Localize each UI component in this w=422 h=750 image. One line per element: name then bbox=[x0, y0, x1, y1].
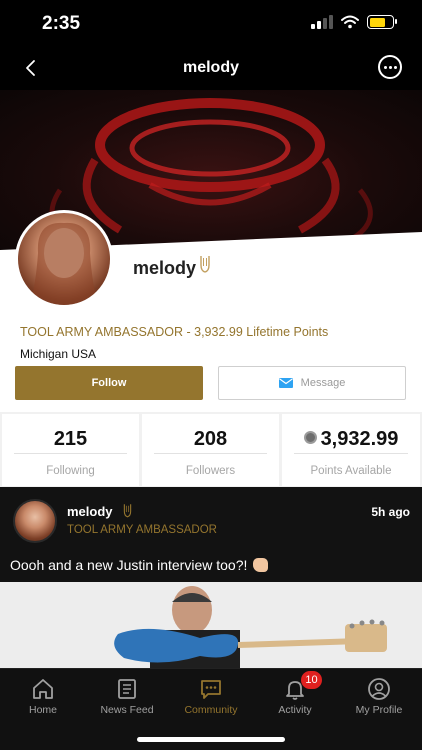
user-circle-icon bbox=[368, 678, 390, 700]
feed-post[interactable]: melody TOOL ARMY AMBASSADOR 5h ago Oooh … bbox=[0, 487, 422, 668]
coin-icon bbox=[303, 431, 317, 445]
message-button[interactable]: Message bbox=[218, 366, 406, 400]
wifi-icon bbox=[341, 15, 359, 29]
stat-value: 208 bbox=[193, 428, 228, 450]
status-bar: 2:35 bbox=[0, 0, 422, 48]
ambassador-badge-icon bbox=[123, 504, 132, 518]
nav-bar: melody bbox=[0, 48, 422, 90]
stat-label: Followers bbox=[185, 465, 236, 477]
cellular-signal-icon bbox=[311, 15, 333, 29]
notification-count-badge: 10 bbox=[301, 671, 322, 689]
post-author-rank: TOOL ARMY AMBASSADOR bbox=[67, 524, 217, 536]
stats-row: 215 Following 208 Followers 3,932.99 Poi… bbox=[0, 412, 422, 487]
post-photo bbox=[0, 582, 422, 668]
status-icons bbox=[311, 15, 397, 29]
post-text-content: Oooh and a new Justin interview too?! bbox=[10, 557, 248, 573]
stat-value: 3,932.99 bbox=[282, 428, 420, 451]
profile-name: melody bbox=[133, 258, 197, 278]
ambassador-badge-icon bbox=[200, 256, 210, 273]
post-image[interactable] bbox=[0, 582, 422, 668]
stat-label: Points Available bbox=[310, 465, 392, 477]
profile-location: Michigan USA bbox=[20, 347, 97, 361]
post-text: Oooh and a new Justin interview too?! bbox=[10, 557, 269, 573]
post-avatar[interactable] bbox=[13, 499, 57, 543]
tab-label: Activity bbox=[278, 704, 312, 716]
tab-home[interactable]: Home bbox=[1, 669, 85, 729]
points-value: 3,932.99 bbox=[320, 428, 399, 450]
envelope-icon bbox=[278, 378, 293, 388]
stat-following[interactable]: 215 Following bbox=[2, 414, 139, 486]
tab-label: Community bbox=[184, 704, 238, 716]
home-indicator bbox=[137, 737, 285, 742]
stat-label: Following bbox=[46, 465, 95, 477]
stat-value: 215 bbox=[53, 428, 88, 450]
tab-community[interactable]: Community bbox=[169, 669, 253, 729]
tab-label: News Feed bbox=[100, 704, 154, 716]
battery-icon bbox=[367, 15, 397, 29]
tab-my-profile[interactable]: My Profile bbox=[337, 669, 421, 729]
tab-news-feed[interactable]: News Feed bbox=[85, 669, 169, 729]
avatar-photo bbox=[30, 222, 98, 305]
profile-rank-line: TOOL ARMY AMBASSADOR - 3,932.99 Lifetime… bbox=[20, 325, 329, 339]
home-icon bbox=[33, 679, 53, 699]
post-timestamp: 5h ago bbox=[371, 505, 410, 519]
tab-label: My Profile bbox=[355, 704, 403, 716]
message-label: Message bbox=[300, 377, 346, 389]
lifetime-points: 3,932.99 Lifetime Points bbox=[194, 325, 329, 339]
more-options-button[interactable] bbox=[378, 55, 402, 79]
stat-followers[interactable]: 208 Followers bbox=[142, 414, 279, 486]
fist-bump-icon bbox=[253, 558, 269, 573]
status-time: 2:35 bbox=[42, 13, 81, 34]
stat-points[interactable]: 3,932.99 Points Available bbox=[282, 414, 420, 486]
profile-rank: TOOL ARMY AMBASSADOR bbox=[20, 325, 184, 339]
tab-activity[interactable]: 10 Activity bbox=[253, 669, 337, 729]
profile-avatar[interactable] bbox=[15, 210, 113, 308]
follow-button[interactable]: Follow bbox=[15, 366, 203, 400]
newspaper-icon bbox=[118, 679, 136, 699]
chat-bubble-icon bbox=[201, 680, 221, 699]
tab-label: Home bbox=[28, 704, 57, 716]
page-title: melody bbox=[182, 59, 239, 76]
post-author[interactable]: melody bbox=[67, 504, 113, 519]
